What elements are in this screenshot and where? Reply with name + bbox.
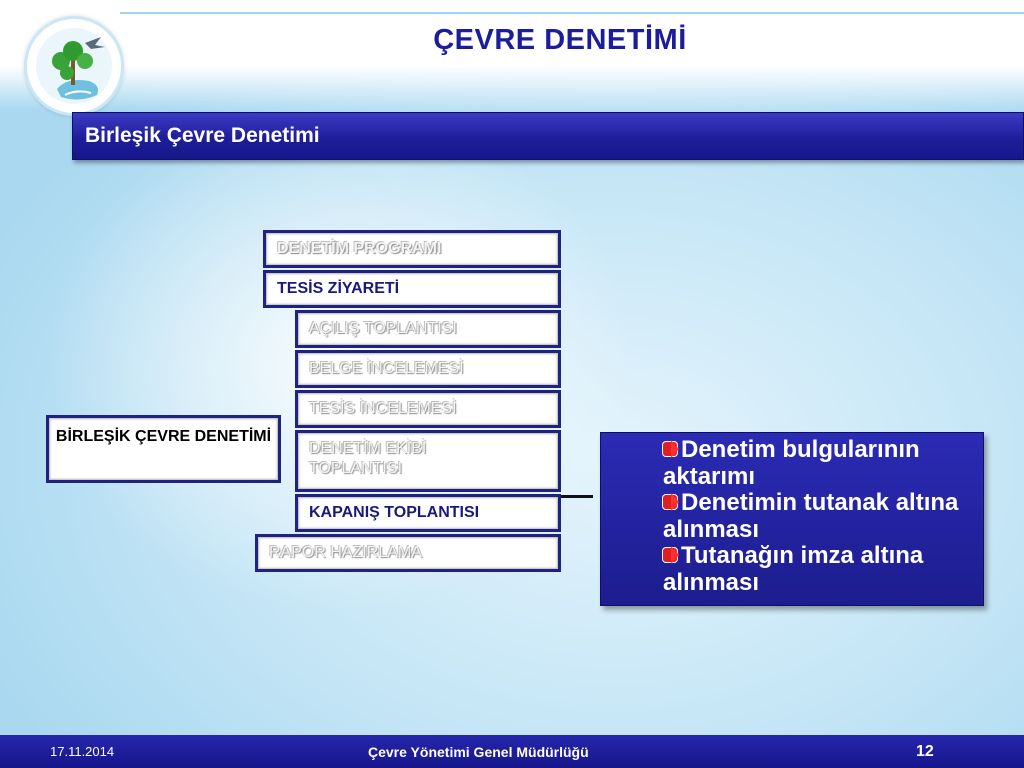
- connector-line: [561, 495, 593, 498]
- step-label: BELGE İNCELEMESİ: [298, 353, 558, 385]
- step-rapor-hazirlama: RAPOR HAZIRLAMA: [255, 534, 561, 572]
- step-denetim-ekibi-toplantisi: DENETİM EKİBİ TOPLANTISI: [295, 430, 561, 492]
- section-banner: Birleşik Çevre Denetimi: [72, 112, 1024, 160]
- detail-item: Denetimin tutanak altına alınması: [663, 489, 959, 543]
- step-kapanis-toplantisi: KAPANIŞ TOPLANTISI: [295, 494, 561, 532]
- page-title: ÇEVRE DENETİMİ: [433, 24, 687, 56]
- page-number: 12: [916, 743, 934, 760]
- step-acilis-toplantisi: AÇILIŞ TOPLANTISI: [295, 310, 561, 348]
- ministry-logo: [24, 16, 124, 116]
- root-box: BİRLEŞİK ÇEVRE DENETİMİ: [46, 415, 281, 483]
- tree-bird-emblem-icon: [36, 28, 112, 104]
- detail-item: Tutanağın imza altına alınması: [663, 542, 924, 596]
- step-belge-incelemesi: BELGE İNCELEMESİ: [295, 350, 561, 388]
- detail-item: Denetim bulgularının aktarımı: [663, 436, 920, 490]
- step-label: DENETİM EKİBİ TOPLANTISI: [298, 433, 558, 489]
- step-label: TESİS ZİYARETİ: [266, 273, 558, 305]
- red-arrow-bullet-icon: [663, 440, 679, 458]
- step-label: AÇILIŞ TOPLANTISI: [298, 313, 558, 345]
- step-tesis-incelemesi: TESİS İNCELEMESİ: [295, 390, 561, 428]
- step-label: TESİS İNCELEMESİ: [298, 393, 558, 425]
- root-label: BİRLEŞİK ÇEVRE DENETİMİ: [49, 418, 278, 480]
- slide-footer: 17.11.2014 Çevre Yönetimi Genel Müdürlüğ…: [0, 735, 1024, 768]
- footer-organization: Çevre Yönetimi Genel Müdürlüğü: [368, 744, 589, 760]
- step-label: DENETİM PROGRAMI: [266, 233, 558, 265]
- section-title: Birleşik Çevre Denetimi: [85, 124, 320, 147]
- header-divider: [120, 12, 1024, 14]
- step-denetim-programi: DENETİM PROGRAMI: [263, 230, 561, 268]
- step-label: KAPANIŞ TOPLANTISI: [298, 497, 558, 529]
- red-arrow-bullet-icon: [663, 493, 679, 511]
- step-tesis-ziyareti: TESİS ZİYARETİ: [263, 270, 561, 308]
- details-panel: Denetim bulgularının aktarımı Denetimin …: [600, 432, 984, 606]
- step-label: RAPOR HAZIRLAMA: [258, 537, 558, 569]
- footer-date: 17.11.2014: [50, 744, 115, 759]
- red-arrow-bullet-icon: [663, 546, 679, 564]
